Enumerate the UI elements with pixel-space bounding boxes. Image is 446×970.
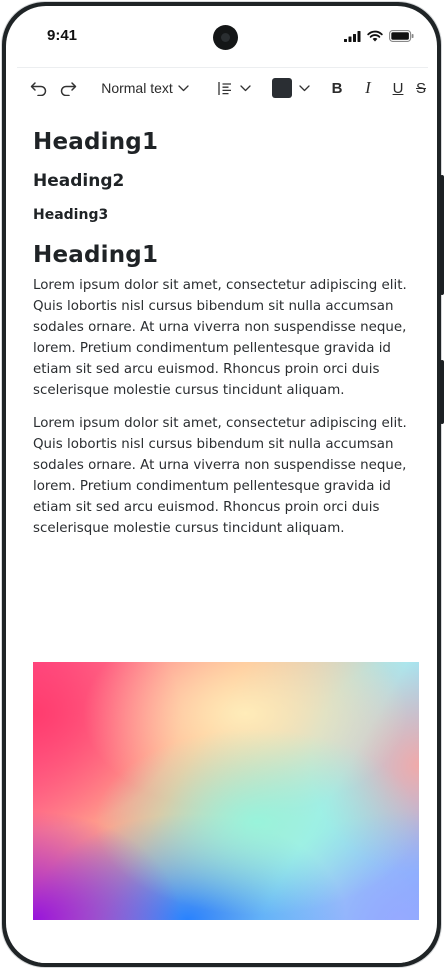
wifi-icon: [367, 30, 383, 42]
undo-icon: [30, 82, 47, 96]
text-style-label: Normal text: [101, 80, 173, 96]
power-button: [440, 360, 444, 424]
text-color-dropdown[interactable]: [271, 68, 311, 108]
text-color-swatch: [272, 78, 292, 98]
cellular-signal-icon: [344, 30, 361, 42]
bold-button[interactable]: B: [326, 68, 348, 108]
chevron-down-icon: [178, 84, 189, 91]
italic-button[interactable]: I: [357, 68, 379, 108]
text-style-dropdown[interactable]: Normal text: [95, 68, 195, 108]
heading-3: Heading3: [33, 207, 109, 223]
phone-bezel: 9:41 Normal text B I U S Heading1 Headin…: [6, 6, 437, 963]
paragraph-1: Lorem ipsum dolor sit amet, consectetur …: [33, 278, 407, 398]
heading-1: Heading1: [33, 129, 159, 155]
alignment-dropdown[interactable]: [214, 68, 254, 108]
align-left-icon: [217, 81, 231, 95]
strikethrough-button[interactable]: S: [416, 68, 428, 108]
underline-button[interactable]: U: [387, 68, 409, 108]
volume-button: [440, 175, 444, 295]
status-icons: [344, 30, 414, 42]
bold-label: B: [331, 79, 343, 97]
status-bar: 9:41: [17, 15, 428, 67]
screen: 9:41 Normal text B I U S Heading1 Headin…: [17, 15, 428, 963]
paragraph-2: Lorem ipsum dolor sit amet, consectetur …: [33, 416, 407, 536]
status-time: 9:41: [47, 27, 78, 44]
strikethrough-label: S: [416, 79, 427, 97]
front-camera: [213, 25, 238, 50]
redo-button[interactable]: [56, 68, 80, 108]
heading-2: Heading2: [33, 171, 125, 191]
italic-label: I: [365, 78, 371, 97]
formatting-toolbar: Normal text B I U S: [17, 67, 428, 107]
redo-icon: [60, 82, 77, 96]
chevron-down-icon: [299, 84, 310, 91]
heading-1-second: Heading1: [33, 242, 159, 268]
gradient-image[interactable]: [33, 662, 419, 920]
phone-frame: 9:41 Normal text B I U S Heading1 Headin…: [1, 1, 442, 968]
underline-label: U: [392, 79, 404, 97]
undo-button[interactable]: [27, 68, 51, 108]
battery-icon: [389, 30, 414, 42]
chevron-down-icon: [239, 84, 251, 91]
